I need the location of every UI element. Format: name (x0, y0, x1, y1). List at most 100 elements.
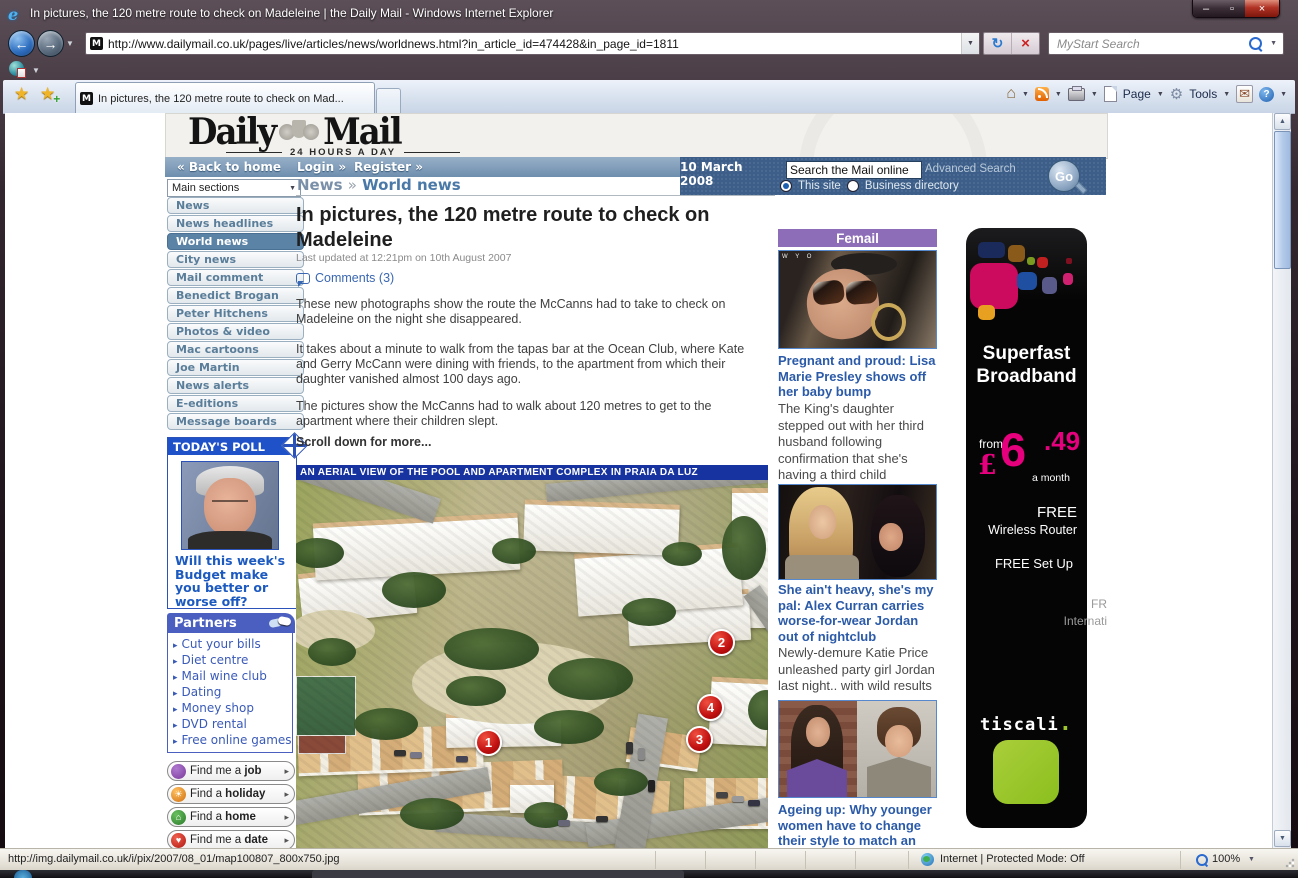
sidebar-item-mac-cartoons[interactable]: Mac cartoons (167, 341, 304, 358)
femail-story2-headline[interactable]: She ain't heavy, she's my pal: Alex Curr… (778, 582, 937, 644)
femail-story2-body: Newly-demure Katie Price unleashed party… (778, 645, 937, 695)
page-menu[interactable]: Page (1123, 87, 1151, 101)
tiscali-ad[interactable]: Superfast Broadband from £ 6 .49 a month… (966, 228, 1087, 828)
back-button[interactable]: ← (8, 30, 35, 57)
resize-grip[interactable] (1285, 858, 1295, 868)
sidebar-item-news-headlines[interactable]: News headlines (167, 215, 304, 232)
toolbar-plugin-icon[interactable] (9, 61, 24, 76)
tools-menu[interactable]: Tools (1189, 87, 1217, 101)
title-bar[interactable]: e In pictures, the 120 metre route to ch… (0, 0, 1298, 28)
quick-search-box[interactable]: ▼ (1048, 32, 1284, 55)
zoom-caret-icon[interactable]: ▼ (1248, 856, 1255, 863)
find-me-a-job-button[interactable]: Find me a job ▸ (167, 761, 295, 781)
add-favorite-icon[interactable]: ★ (40, 84, 55, 104)
history-dropdown-icon[interactable]: ▼ (66, 39, 74, 48)
aerial-photo[interactable]: 1 2 3 4 (296, 480, 768, 848)
poll-photo[interactable] (181, 461, 279, 550)
vertical-scrollbar[interactable]: ▲ ▼ (1272, 113, 1291, 848)
comments-link[interactable]: Comments (3) (296, 271, 394, 285)
search-options-icon[interactable]: ▼ (1270, 40, 1277, 47)
scrollbar-thumb[interactable] (1274, 131, 1291, 269)
sidebar-item-news[interactable]: News (167, 197, 304, 214)
scroll-up-button[interactable]: ▲ (1274, 113, 1291, 130)
back-to-home-link[interactable]: « Back to home (177, 160, 281, 174)
help-caret-icon[interactable]: ▼ (1280, 91, 1287, 98)
minimize-button[interactable]: – (1193, 0, 1219, 17)
print-icon[interactable] (1068, 88, 1085, 101)
quick-search-input[interactable] (1049, 36, 1249, 52)
close-button[interactable]: × (1245, 0, 1279, 17)
partner-link-money-shop[interactable]: ▸Money shop (168, 700, 292, 716)
sidebar-item-e-editions[interactable]: E-editions (167, 395, 304, 412)
sidebar-item-peter-hitchens[interactable]: Peter Hitchens (167, 305, 304, 322)
main-sections-label: Main sections (172, 182, 239, 194)
favorites-star-icon[interactable]: ★ (14, 84, 29, 104)
new-tab-stub[interactable] (376, 88, 401, 114)
window-title: In pictures, the 120 metre route to chec… (30, 6, 553, 20)
breadcrumb-news[interactable]: News (297, 176, 343, 194)
main-sections-select[interactable]: Main sections ▼ (167, 179, 301, 197)
tools-caret-icon[interactable]: ▼ (1223, 91, 1230, 98)
active-tab[interactable]: M In pictures, the 120 metre route to ch… (75, 82, 375, 114)
advanced-search-link[interactable]: Advanced Search (925, 163, 1016, 175)
femail-story3-image[interactable] (778, 700, 937, 798)
poll-question-link[interactable]: Will this week's Budget make you better … (175, 554, 289, 608)
mail-icon[interactable]: ✉ (1236, 85, 1253, 103)
sidebar-item-city-news[interactable]: City news (167, 251, 304, 268)
sidebar-item-mail-comment[interactable]: Mail comment (167, 269, 304, 286)
photo-road (546, 480, 768, 502)
toolbar-caret-icon[interactable]: ▼ (32, 66, 40, 75)
partner-link-dating[interactable]: ▸Dating (168, 684, 292, 700)
partner-link-cut-your-bills[interactable]: ▸Cut your bills (168, 636, 292, 652)
sidebar-item-joe-martin[interactable]: Joe Martin (167, 359, 304, 376)
sidebar-item-message-boards[interactable]: Message boards (167, 413, 304, 430)
search-icon[interactable] (1249, 37, 1262, 50)
partner-link-mail-wine-club[interactable]: ▸Mail wine club (168, 668, 292, 684)
zoom-level[interactable]: 100% (1212, 853, 1240, 865)
stop-button[interactable]: × (1012, 33, 1039, 54)
breadcrumb-world-news[interactable]: World news (362, 176, 460, 194)
femail-header[interactable]: Femail (778, 229, 937, 247)
sidebar-item-benedict-brogan[interactable]: Benedict Brogan (167, 287, 304, 304)
sidebar-item-news-alerts[interactable]: News alerts (167, 377, 304, 394)
print-caret-icon[interactable]: ▼ (1091, 91, 1098, 98)
femail-story1-headline[interactable]: Pregnant and proud: Lisa Marie Presley s… (778, 353, 937, 400)
home-caret-icon[interactable]: ▼ (1022, 91, 1029, 98)
go-button[interactable]: Go (1048, 160, 1080, 192)
femail-story2-image[interactable] (778, 484, 937, 580)
zoom-icon[interactable] (1196, 854, 1208, 866)
ad-colour-square (970, 263, 1018, 309)
partner-link-dvd-rental[interactable]: ▸DVD rental (168, 716, 292, 732)
url-text[interactable]: http://www.dailymail.co.uk/pages/live/ar… (108, 37, 961, 51)
page-caret-icon[interactable]: ▼ (1157, 91, 1164, 98)
mail-search-input[interactable] (786, 161, 922, 179)
page-icon[interactable] (1104, 86, 1117, 102)
url-dropdown-icon[interactable]: ▼ (961, 33, 979, 54)
rss-caret-icon[interactable]: ▼ (1055, 91, 1062, 98)
femail-story1-image[interactable]: W Y O (778, 250, 937, 349)
find-me-a-date-button[interactable]: ♥ Find me a date ▸ (167, 830, 295, 848)
femail-story3-headline[interactable]: Ageing up: Why younger women have to cha… (778, 802, 937, 848)
find-a-home-button[interactable]: ⌂ Find a home ▸ (167, 807, 295, 827)
rss-icon[interactable] (1035, 87, 1049, 101)
radio-this-site[interactable] (780, 180, 792, 192)
address-input[interactable]: M http://www.dailymail.co.uk/pages/live/… (85, 32, 980, 55)
help-icon[interactable]: ? (1259, 87, 1274, 102)
forward-button[interactable]: → (37, 30, 64, 57)
gear-icon[interactable]: ⚙ (1170, 85, 1183, 103)
sidebar-item-photos-video[interactable]: Photos & video (167, 323, 304, 340)
home-icon[interactable]: ⌂ (1006, 85, 1016, 103)
partner-link-diet-centre[interactable]: ▸Diet centre (168, 652, 292, 668)
find-a-holiday-button[interactable]: ☀ Find a holiday ▸ (167, 784, 295, 804)
photo-tree (308, 638, 356, 666)
radio-business-directory[interactable] (847, 180, 859, 192)
taskbar-task-button[interactable] (312, 870, 684, 878)
login-link[interactable]: Login » (297, 160, 346, 174)
sidebar-item-world-news[interactable]: World news (167, 233, 304, 250)
refresh-button[interactable]: ↻ (984, 33, 1012, 54)
partner-link-free-online-games[interactable]: ▸Free online games (168, 732, 292, 748)
maximize-button[interactable]: ▫ (1219, 0, 1245, 17)
start-orb-icon[interactable] (14, 870, 32, 878)
register-link[interactable]: Register » (354, 160, 423, 174)
scroll-down-button[interactable]: ▼ (1274, 830, 1291, 847)
